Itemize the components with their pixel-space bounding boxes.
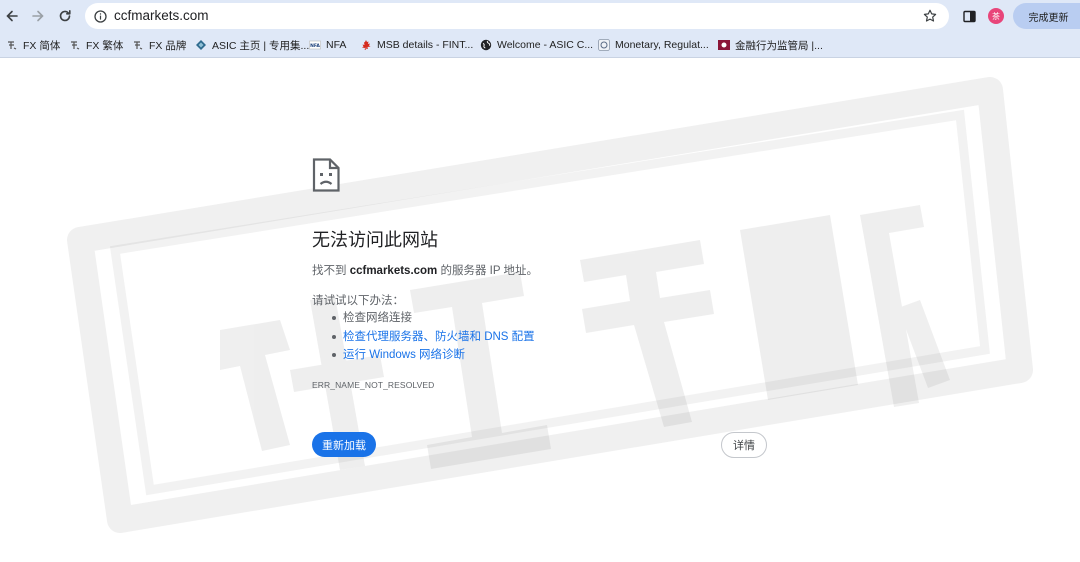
side-panel-button[interactable] [958,5,980,27]
fca-icon [718,39,730,51]
fx-icon [69,39,81,51]
forward-button[interactable] [27,5,49,27]
bookmark-fx-simplified[interactable]: FX 简体 [6,37,60,53]
suggestion-text: 检查网络连接 [343,312,412,324]
url-text[interactable]: ccfmarkets.com [114,8,209,24]
bookmark-star-button[interactable] [921,7,939,25]
suggestions-heading: 请试试以下办法： [312,295,404,307]
bookmark-label: MSB details - FINT... [377,39,474,51]
suggestion-check-network: 检查网络连接 [332,311,412,325]
error-description: 找不到 ccfmarkets.com 的服务器 IP 地址。 [312,264,538,278]
bookmark-nfa[interactable]: NFA NFA [309,37,346,53]
star-icon [923,9,937,22]
bookmark-msb-details[interactable]: MSB details - FINT... [360,37,473,53]
bookmark-label: NFA [326,39,347,51]
bookmark-fx-brand[interactable]: FX 品牌 [132,37,186,53]
bookmark-welcome-asic[interactable]: Welcome - ASIC C... [480,37,593,53]
bookmark-fx-traditional[interactable]: FX 繁体 [69,37,123,53]
profile-initial: 茶 [992,11,1000,21]
suggestion-check-proxy-link[interactable]: 检查代理服务器、防火墙和 DNS 配置 [332,330,535,344]
bullet-icon [332,353,336,357]
side-panel-icon [962,10,976,22]
reload-page-button[interactable] [54,5,76,27]
bookmark-asic-home[interactable]: ASIC 主页 | 专用集... [195,37,309,53]
bookmark-fca[interactable]: 金融行为监管局 |... [718,37,823,53]
error-title: 无法访问此网站 [312,230,438,250]
suggestion-text[interactable]: 运行 Windows 网络诊断 [343,348,465,362]
svg-text:NFA: NFA [310,43,320,49]
error-desc-prefix: 找不到 [312,265,350,277]
bookmark-monetary-regulation[interactable]: Monetary, Regulat... [598,37,709,53]
bookmark-label: FX 品牌 [149,39,187,52]
address-bar[interactable]: ccfmarkets.com [85,3,949,29]
asic-icon [195,39,207,51]
arrow-right-icon [32,10,44,22]
fx-icon [132,39,144,51]
suggestion-run-diagnostics-link[interactable]: 运行 Windows 网络诊断 [332,348,465,362]
bookmark-label: 金融行为监管局 |... [735,39,823,52]
bookmarks-bar: FX 简体 FX 繁体 FX 品牌 ASIC 主页 | 专用集... NFA N… [0,32,1080,58]
profile-avatar[interactable]: 茶 [988,8,1004,24]
bookmark-label: Monetary, Regulat... [615,39,709,51]
error-desc-suffix: 的服务器 IP 地址。 [437,265,539,277]
reload-button[interactable]: 重新加载 [312,432,376,457]
watermark-stamp [67,77,1033,533]
arrow-left-icon [6,10,18,22]
back-button[interactable] [1,5,23,27]
error-domain: ccfmarkets.com [349,265,438,277]
maple-leaf-icon [360,39,372,51]
bookmark-label: FX 繁体 [86,39,124,52]
bookmark-label: ASIC 主页 | 专用集... [212,39,310,52]
suggestion-text[interactable]: 检查代理服务器、防火墙和 DNS 配置 [343,330,535,344]
error-code: ERR_NAME_NOT_RESOLVED [312,380,435,390]
browser-toolbar: ccfmarkets.com 茶 完成更新 [0,0,1080,32]
bullet-icon [332,335,336,339]
bullet-icon [332,316,336,320]
sad-page-icon [312,158,340,192]
details-button[interactable]: 详情 [721,432,767,458]
info-icon [93,9,107,23]
fx-icon [6,39,18,51]
site-info-button[interactable] [91,7,109,25]
globe-icon [480,39,492,51]
update-button[interactable]: 完成更新 [1013,3,1080,29]
bookmark-label: Welcome - ASIC C... [497,39,594,51]
bookmark-label: FX 简体 [23,39,61,52]
nfa-icon: NFA [309,39,321,51]
mas-icon [598,39,610,51]
refresh-icon [59,10,71,22]
